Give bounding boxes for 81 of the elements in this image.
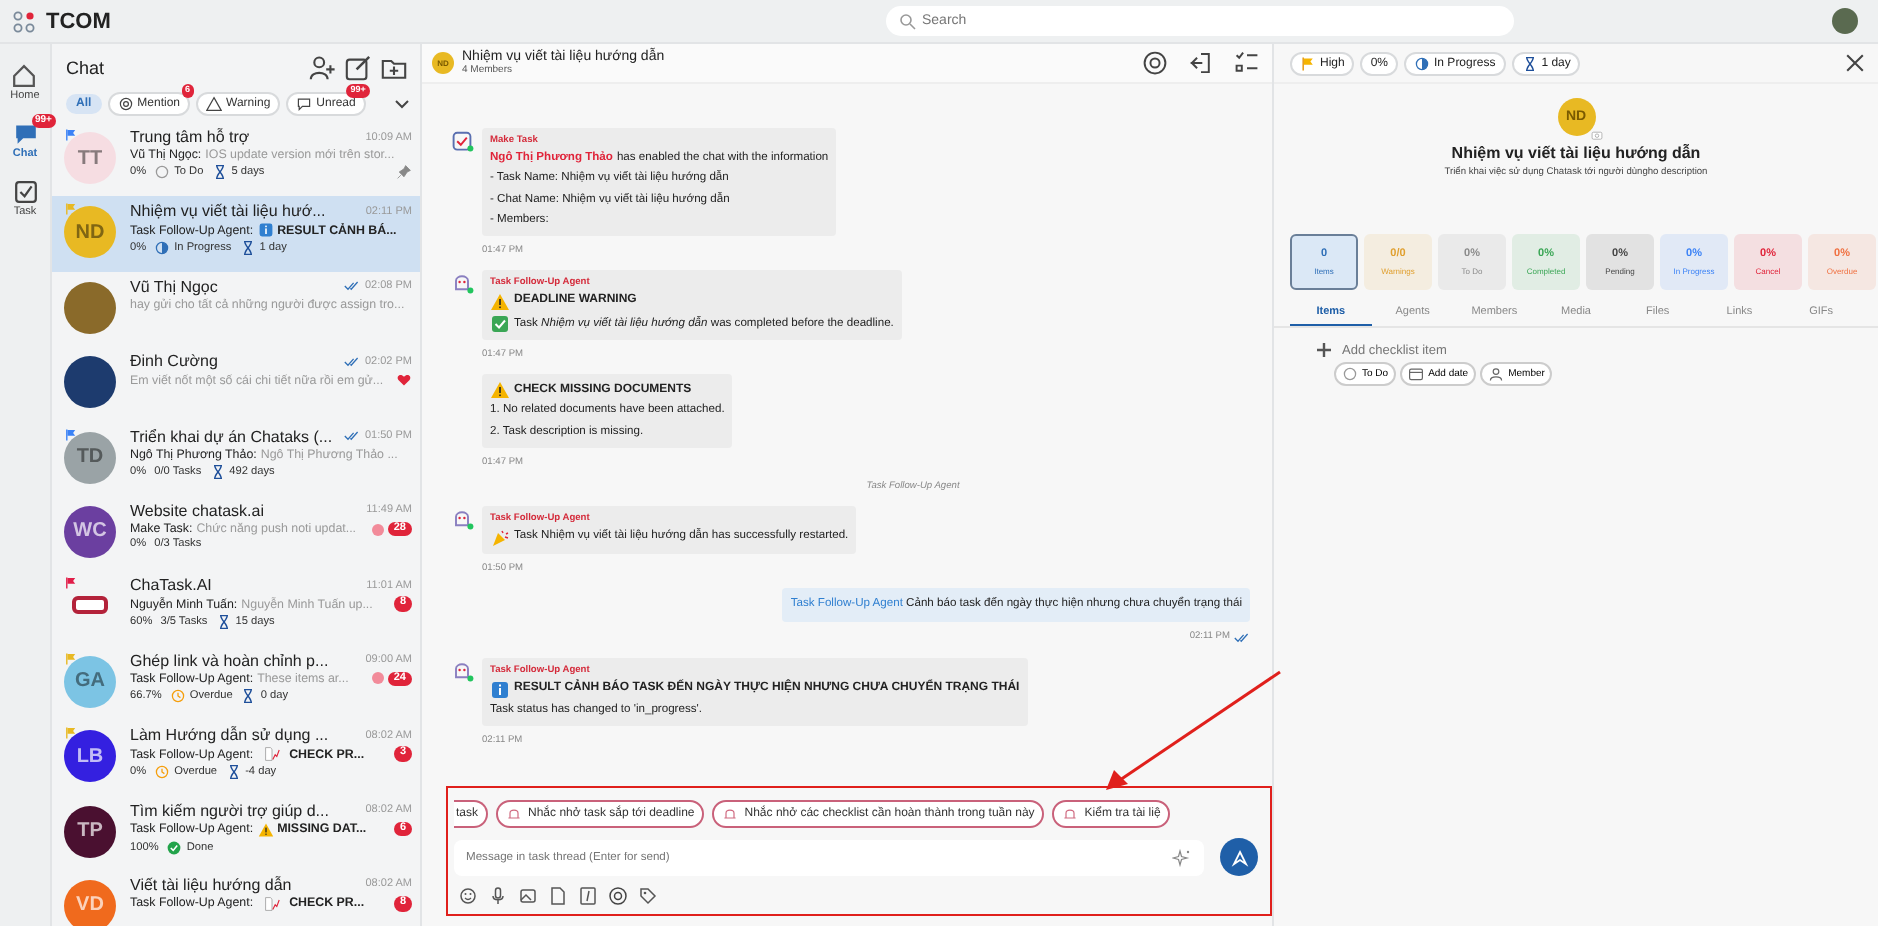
list-title: Chat xyxy=(66,58,105,78)
warning-icon xyxy=(257,821,274,838)
exit-icon[interactable] xyxy=(1188,50,1214,76)
hourglass-icon xyxy=(215,613,232,630)
send-icon xyxy=(1229,847,1249,867)
italic-icon[interactable] xyxy=(578,886,598,906)
chat-icon xyxy=(11,120,39,148)
tag-icon[interactable] xyxy=(638,886,658,906)
flag-icon xyxy=(1300,55,1316,71)
hourglass-icon xyxy=(209,463,226,480)
at-icon[interactable] xyxy=(608,886,628,906)
avatar: LB xyxy=(64,730,116,783)
info-icon xyxy=(490,679,510,700)
at-icon[interactable] xyxy=(1142,50,1168,76)
plus-icon[interactable] xyxy=(1314,340,1334,360)
circle-icon xyxy=(1342,366,1358,382)
chat-title: Viết tài liệu hướng dẫn xyxy=(130,875,292,894)
chat-title: Làm Hướng dẫn sử dụng ... xyxy=(130,726,329,745)
chat-bubble-icon xyxy=(296,96,313,112)
avatar: WC xyxy=(64,505,116,558)
file-icon[interactable] xyxy=(548,886,568,906)
calendar-icon xyxy=(1408,366,1425,382)
chat-title: Triển khai dự án Chataks (... xyxy=(130,427,333,446)
microphone-icon[interactable] xyxy=(488,886,508,906)
chat-title: ChaTask.AI xyxy=(130,576,212,595)
search-icon xyxy=(898,11,918,31)
user-avatar[interactable] xyxy=(1832,8,1858,34)
clock-icon xyxy=(169,688,186,705)
checkmark-icon xyxy=(490,314,510,335)
send-button[interactable] xyxy=(1220,838,1258,876)
hourglass-icon xyxy=(1521,55,1538,71)
folder-add-icon[interactable] xyxy=(380,54,408,82)
checklist-bot-icon xyxy=(450,128,474,152)
bell-icon xyxy=(722,806,739,822)
hourglass-icon xyxy=(240,688,257,705)
check-circle-icon xyxy=(166,839,183,856)
at-icon xyxy=(117,96,134,112)
hourglass-icon xyxy=(239,240,256,257)
add-user-icon[interactable] xyxy=(308,54,336,82)
bell-icon xyxy=(506,806,523,822)
chat-title: Tìm kiếm người trợ giúp d... xyxy=(130,801,329,820)
avatar: TP xyxy=(64,805,116,858)
clock-icon xyxy=(154,764,171,781)
party-icon xyxy=(490,527,510,548)
chat-title: Ghép link và hoàn chỉnh p... xyxy=(130,651,329,670)
caret-icon[interactable] xyxy=(392,94,412,114)
task-title: Nhiệm vụ viết tài liệu hướng dẫn xyxy=(1449,144,1703,162)
circle-icon xyxy=(154,164,171,180)
half-circle-icon xyxy=(1414,55,1431,71)
avatar: TT xyxy=(64,132,116,184)
avatar: TD xyxy=(64,431,116,484)
warning-icon xyxy=(206,96,223,112)
chat-title: Website chatask.ai xyxy=(130,501,264,520)
chat-title: Vũ Thị Ngọc xyxy=(130,277,218,296)
hourglass-icon xyxy=(225,764,242,781)
robot-icon xyxy=(450,505,474,529)
robot-icon xyxy=(450,269,474,294)
image-icon[interactable] xyxy=(518,886,538,906)
avatar: VD xyxy=(64,879,116,926)
checkbox-icon xyxy=(11,178,39,206)
checklist-icon[interactable] xyxy=(1234,50,1260,76)
info-icon xyxy=(257,222,274,239)
warning-icon xyxy=(490,291,510,312)
avatar: GA xyxy=(64,655,116,708)
close-icon[interactable] xyxy=(1842,50,1868,76)
chat-title: Đinh Cường xyxy=(130,352,218,371)
half-circle-icon xyxy=(154,240,171,257)
robot-icon xyxy=(450,657,474,682)
home-icon xyxy=(10,62,39,90)
chat-title: Nhiệm vụ viết tài liệu hướ... xyxy=(130,202,326,221)
sparkle-icon[interactable] xyxy=(1172,847,1192,867)
app-name: TCOM xyxy=(46,9,111,33)
compose-icon[interactable] xyxy=(344,54,372,82)
avatar: ND xyxy=(64,206,116,259)
emoji-icon[interactable] xyxy=(458,886,478,906)
logo-icon xyxy=(12,9,36,33)
user-icon xyxy=(1488,366,1505,382)
hourglass-icon xyxy=(211,164,228,180)
warning-icon xyxy=(490,380,510,401)
chat-title: Trung tâm hỗ trợ xyxy=(130,128,250,146)
bell-icon xyxy=(1062,806,1079,822)
